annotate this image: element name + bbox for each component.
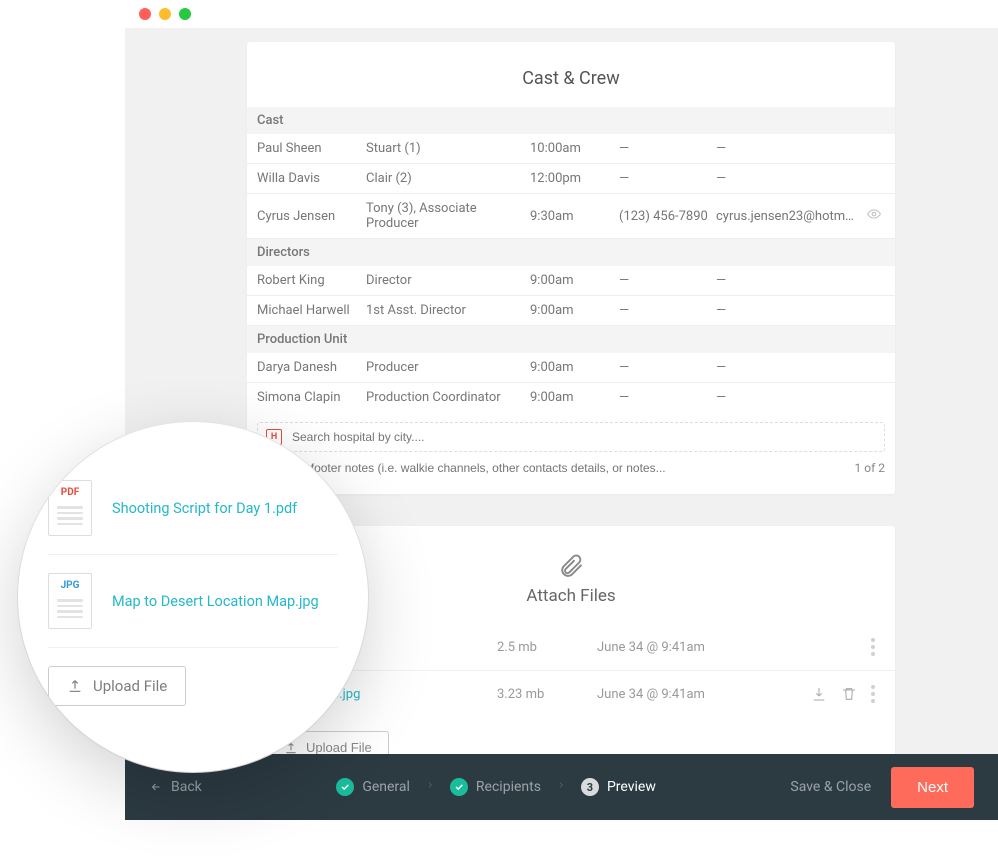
step-label: Preview: [607, 779, 656, 795]
upload-file-label: Upload File: [306, 740, 372, 755]
cell-name: Michael Harwell: [257, 303, 362, 318]
hospital-search[interactable]: H: [257, 422, 885, 452]
save-close-button[interactable]: Save & Close: [790, 779, 871, 795]
cell-role: Producer: [366, 360, 526, 375]
cell-time: 9:00am: [530, 390, 615, 405]
step-preview[interactable]: 3 Preview: [581, 778, 656, 796]
chevron-right-icon: [426, 779, 434, 795]
cell-time: 9:30am: [530, 209, 615, 224]
cell-role: Director: [366, 273, 526, 288]
magnified-file-row: JPG Map to Desert Location Map.jpg: [48, 555, 338, 648]
table-row[interactable]: Michael Harwell 1st Asst. Director 9:00am —…: [247, 296, 895, 326]
paperclip-icon: [557, 552, 585, 580]
group-header: Directors: [247, 239, 895, 266]
check-icon: [450, 778, 468, 796]
cell-role: Tony (3), Associate Producer: [366, 201, 526, 231]
cast-crew-panel: Cast & Crew Cast Paul Sheen Stuart (1) 10:0…: [247, 42, 895, 494]
upload-icon: [67, 678, 83, 694]
cell-role: Clair (2): [366, 171, 526, 186]
magnified-upload-label: Upload File: [93, 677, 167, 695]
file-date: June 34 @ 9:41am: [597, 687, 791, 702]
step-label: Recipients: [476, 779, 541, 795]
file-size: 3.23 mb: [497, 687, 577, 702]
check-icon: [336, 778, 354, 796]
step-number: 3: [581, 778, 599, 796]
cell-name: Robert King: [257, 273, 362, 288]
next-button[interactable]: Next: [891, 767, 974, 808]
cell-phone: —: [619, 141, 712, 156]
magnified-file-row: PDF Shooting Script for Day 1.pdf: [48, 462, 338, 555]
file-date: June 34 @ 9:41am: [597, 640, 851, 655]
cell-role: 1st Asst. Director: [366, 303, 526, 318]
cell-name: Willa Davis: [257, 171, 362, 186]
table-row[interactable]: Cyrus Jensen Tony (3), Associate Producer…: [247, 194, 895, 239]
magnified-file-name: Shooting Script for Day 1.pdf: [112, 500, 297, 517]
cell-time: 10:00am: [530, 141, 615, 156]
cell-time: 12:00pm: [530, 171, 615, 186]
bottom-bar: Back General Recipients 3 Preview Save & Cl…: [125, 754, 998, 820]
group-header: Production Unit: [247, 326, 895, 353]
table-row[interactable]: Simona Clapin Production Coordinator 9:00a…: [247, 383, 895, 412]
cell-time: 9:00am: [530, 360, 615, 375]
cell-name: Darya Danesh: [257, 360, 362, 375]
table-row[interactable]: Robert King Director 9:00am — —: [247, 266, 895, 296]
download-icon[interactable]: [811, 686, 827, 702]
cell-phone: —: [619, 171, 712, 186]
arrow-left-icon: [149, 781, 163, 793]
magnified-file-name: Map to Desert Location Map.jpg: [112, 593, 319, 610]
file-size: 2.5 mb: [497, 640, 577, 655]
trash-icon[interactable]: [841, 686, 857, 702]
cell-name: Paul Sheen: [257, 141, 362, 156]
window-max-dot[interactable]: [179, 8, 191, 20]
table-row[interactable]: Willa Davis Clair (2) 12:00pm — —: [247, 164, 895, 194]
more-icon[interactable]: [871, 638, 875, 656]
window-min-dot[interactable]: [159, 8, 171, 20]
magnified-upload-button[interactable]: Upload File: [48, 666, 186, 706]
cell-name: Simona Clapin: [257, 390, 362, 405]
cell-phone: —: [619, 390, 712, 405]
step-general[interactable]: General: [336, 778, 410, 796]
page-number: 1 of 2: [855, 461, 885, 475]
window-titlebar: [125, 0, 998, 28]
cell-role: Production Coordinator: [366, 390, 526, 405]
file-type-icon: JPG: [48, 573, 92, 629]
more-icon[interactable]: [871, 685, 875, 703]
chevron-right-icon: [557, 779, 565, 795]
cell-email: —: [716, 171, 885, 186]
file-type-icon: PDF: [48, 480, 92, 536]
section-title: Cast & Crew: [247, 68, 895, 89]
cell-name: Cyrus Jensen: [257, 209, 362, 224]
cell-role: Stuart (1): [366, 141, 526, 156]
cell-time: 9:00am: [530, 273, 615, 288]
table-row[interactable]: Darya Danesh Producer 9:00am — —: [247, 353, 895, 383]
cell-email: —: [716, 303, 885, 318]
cell-phone: —: [619, 360, 712, 375]
cell-email: —: [716, 141, 885, 156]
hospital-search-input[interactable]: [290, 429, 876, 445]
table-row[interactable]: Paul Sheen Stuart (1) 10:00am — —: [247, 134, 895, 164]
step-recipients[interactable]: Recipients: [450, 778, 541, 796]
cell-email: —: [716, 273, 885, 288]
window-close-dot[interactable]: [139, 8, 151, 20]
step-label: General: [362, 779, 410, 795]
cell-time: 9:00am: [530, 303, 615, 318]
cell-email: —: [716, 390, 885, 405]
cell-phone: —: [619, 273, 712, 288]
footer-notes-input[interactable]: [277, 460, 847, 476]
cell-email: —: [716, 360, 885, 375]
cell-phone: (123) 456-7890: [619, 209, 712, 224]
group-header: Cast: [247, 107, 895, 134]
back-label: Back: [171, 779, 202, 795]
cell-phone: —: [619, 303, 712, 318]
eye-icon[interactable]: [865, 207, 885, 225]
magnifier-overlay: PDF Shooting Script for Day 1.pdf JPG Map t…: [18, 422, 368, 772]
cell-email: cyrus.jensen23@hotmail...: [716, 209, 855, 224]
back-button[interactable]: Back: [149, 779, 202, 795]
